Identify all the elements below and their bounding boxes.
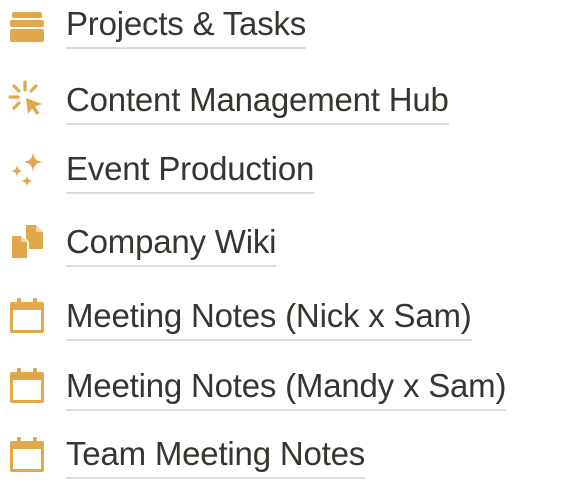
- page-link-meeting-notes-nick-sam[interactable]: Meeting Notes (Nick x Sam): [0, 284, 566, 348]
- page-link-event-production[interactable]: Event Production: [0, 140, 566, 204]
- page-link-team-meeting-notes[interactable]: Team Meeting Notes: [0, 424, 566, 488]
- page-link-meeting-notes-mandy-sam[interactable]: Meeting Notes (Mandy x Sam): [0, 354, 566, 418]
- page-link-projects-tasks[interactable]: Projects & Tasks: [0, 0, 566, 64]
- page-link-label: Projects & Tasks: [66, 4, 306, 49]
- calendar-icon: [6, 434, 48, 476]
- page-link-list: Projects & Tasks Content Management Hub: [0, 0, 566, 479]
- page-link-label: Event Production: [66, 149, 314, 194]
- page-link-label: Meeting Notes (Mandy x Sam): [66, 366, 506, 411]
- sparkle-cursor-icon: [6, 78, 48, 120]
- page-link-label: Meeting Notes (Nick x Sam): [66, 296, 472, 341]
- page-link-label: Company Wiki: [66, 222, 277, 267]
- stack-icon: [6, 6, 48, 48]
- calendar-icon: [6, 365, 48, 407]
- calendar-icon: [6, 295, 48, 337]
- page-link-company-wiki[interactable]: Company Wiki: [0, 212, 566, 276]
- page-link-content-management-hub[interactable]: Content Management Hub: [0, 68, 566, 132]
- page-link-label: Team Meeting Notes: [66, 434, 365, 479]
- page-link-label: Content Management Hub: [66, 80, 449, 125]
- sparkles-icon: [6, 148, 48, 190]
- copy-documents-icon: [6, 221, 48, 263]
